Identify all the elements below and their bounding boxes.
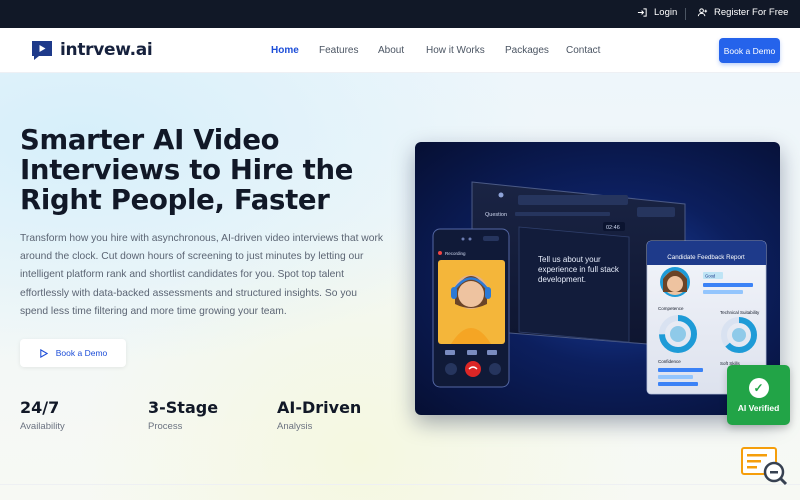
check-icon: ✓	[748, 377, 769, 398]
play-icon	[40, 348, 48, 358]
ai-verified-badge: ✓ AI Verified	[727, 365, 790, 425]
nav-home[interactable]: Home	[271, 45, 299, 56]
section-divider	[0, 484, 800, 485]
stat-availability: 24/7 Availability	[20, 398, 65, 432]
question-label: Question	[485, 212, 507, 218]
good-badge: Good	[705, 274, 716, 279]
register-label: Register For Free	[714, 7, 789, 18]
hero-description: Transform how you hire with asynchronous…	[20, 233, 384, 317]
chat-search-icon[interactable]	[740, 446, 790, 486]
add-user-icon	[697, 8, 708, 17]
metric-technical: Technical Suitability	[720, 310, 760, 315]
timer-readout: 02:46	[606, 225, 620, 231]
metric-competence: Competence	[658, 306, 684, 311]
hero-illustration: Question 02:46 Tell us about your experi…	[415, 142, 780, 415]
interview-mockup: Question 02:46 Tell us about your experi…	[432, 181, 767, 395]
topbar-divider	[685, 8, 686, 20]
hero-cta-label: Book a Demo	[55, 348, 108, 358]
nav-how-it-works[interactable]: How it Works	[426, 45, 485, 56]
nav-features[interactable]: Features	[319, 45, 358, 56]
metric-confidence: Confidence	[658, 359, 681, 364]
nav-packages[interactable]: Packages	[505, 45, 549, 56]
book-demo-button[interactable]: Book a Demo	[719, 38, 780, 63]
logo-play-icon	[32, 41, 52, 60]
stat-label: Availability	[20, 421, 65, 432]
verified-label: AI Verified	[737, 402, 780, 413]
brand-logo[interactable]: intrvew.ai	[30, 38, 153, 62]
recording-label: Recording	[445, 251, 466, 256]
top-bar: Login Register For Free	[0, 0, 800, 28]
main-navbar: intrvew.ai Home Features About How it Wo…	[0, 28, 800, 73]
register-link[interactable]: Register For Free	[697, 7, 788, 18]
stat-analysis: AI-Driven Analysis	[277, 398, 361, 432]
login-link[interactable]: Login	[637, 7, 677, 18]
stat-label: Analysis	[277, 421, 313, 432]
stat-value: 3-Stage	[148, 398, 219, 417]
nav-about[interactable]: About	[378, 45, 404, 56]
stat-label: Process	[148, 421, 183, 432]
login-label: Login	[654, 7, 678, 18]
hero-heading: Smarter AI Video Interviews to Hire the …	[20, 124, 354, 216]
phone-mockup: Recording	[432, 228, 510, 388]
report-title: Candidate Feedback Report	[667, 254, 745, 261]
stat-value: AI-Driven	[277, 398, 362, 417]
stat-process: 3-Stage Process	[148, 398, 218, 432]
hero-book-demo-button[interactable]: Book a Demo	[20, 339, 126, 367]
nav-contact[interactable]: Contact	[566, 45, 600, 56]
login-icon	[637, 8, 647, 17]
stat-value: 24/7	[20, 398, 60, 417]
brand-name: intrvew.ai	[60, 40, 153, 60]
